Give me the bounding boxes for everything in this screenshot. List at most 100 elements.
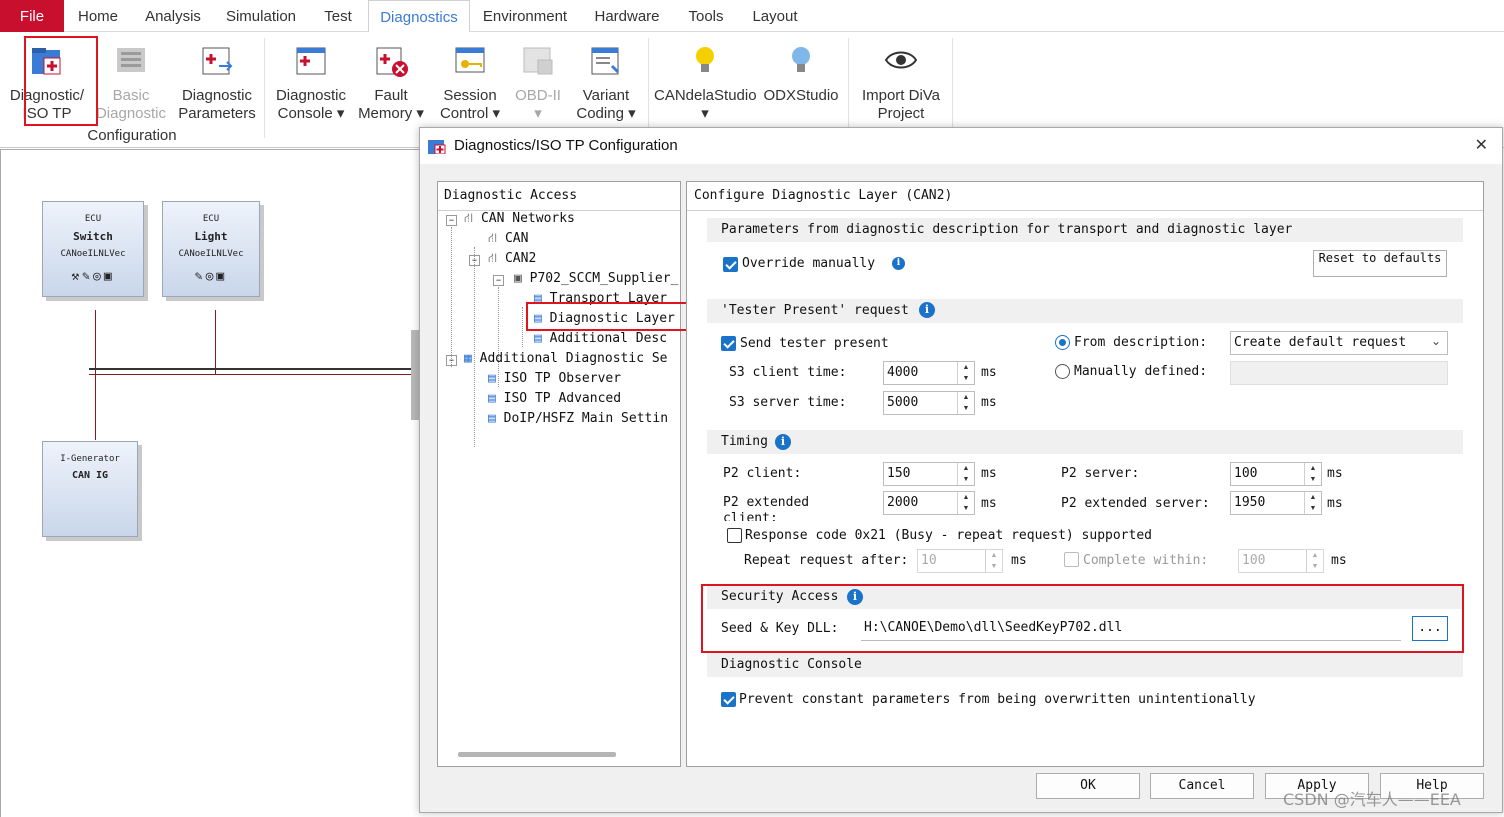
tree-item-label: ISO TP Observer: [503, 371, 622, 386]
override-manually-checkbox[interactable]: [723, 257, 738, 272]
tree-item-isotp-advanced[interactable]: ▤ ISO TP Advanced: [488, 391, 621, 406]
send-tester-present-checkbox[interactable]: [721, 336, 736, 351]
tree-item-isotp-observer[interactable]: ▤ ISO TP Observer: [488, 371, 621, 386]
spin-value: 100: [1234, 466, 1258, 481]
basic-diagnostic-button[interactable]: Basic Diagnostic: [94, 32, 168, 124]
info-icon[interactable]: i: [775, 434, 791, 450]
diagnostic-console-button[interactable]: Diagnostic Console ▾: [272, 32, 350, 124]
fault-memory-button[interactable]: Fault Memory ▾: [354, 32, 428, 124]
manually-defined-radio[interactable]: [1055, 364, 1070, 379]
spin-arrows[interactable]: ▲ ▼: [1306, 550, 1323, 572]
tree-item-additional-desc[interactable]: ▤ Additional Desc: [534, 331, 667, 346]
tree-item-doip-hsfz[interactable]: ▤ DoIP/HSFZ Main Settin: [488, 411, 668, 426]
tab-test[interactable]: Test: [312, 0, 364, 32]
spin-value: 4000: [887, 365, 919, 380]
unit-label: ms: [1327, 496, 1343, 511]
folder-icon: ▦: [464, 351, 480, 366]
odxstudio-button[interactable]: ODXStudio: [762, 32, 840, 124]
label-line1: Diagnostic: [181, 87, 253, 104]
prevent-overwrite-label: Prevent constant parameters from being o…: [739, 692, 1256, 707]
manually-defined-label: Manually defined:: [1074, 364, 1208, 379]
unit-label: ms: [981, 395, 997, 410]
tree-item-additional-diagnostic[interactable]: ▦ Additional Diagnostic Se: [464, 351, 668, 366]
ecu-switch-node[interactable]: ECU Switch CANoeILNLVec ⚒✎◎▣: [42, 201, 144, 297]
can-ig-node[interactable]: I-Generator CAN IG: [42, 441, 138, 537]
label-line2: Coding ▾: [576, 105, 636, 122]
watermark: CSDN @汽车人——EEA: [1283, 790, 1461, 809]
request-type-dropdown[interactable]: Create default request ⌄: [1230, 331, 1448, 355]
p2-extended-client-spinbox[interactable]: 2000 ▲ ▼: [883, 491, 975, 515]
horizontal-scrollbar[interactable]: [458, 752, 616, 757]
spin-arrows[interactable]: ▲ ▼: [957, 463, 974, 485]
ribbon-separator: [952, 38, 953, 138]
config-doc-icon: ▤: [488, 411, 504, 426]
s3-server-spinbox[interactable]: 5000 ▲ ▼: [883, 391, 975, 415]
import-diva-button[interactable]: Import DiVa Project: [856, 32, 946, 124]
collapse-toggle[interactable]: −: [493, 275, 504, 286]
prevent-overwrite-checkbox[interactable]: [721, 692, 736, 707]
p2-server-spinbox[interactable]: 100 ▲ ▼: [1230, 462, 1322, 486]
spin-arrows[interactable]: ▲ ▼: [957, 392, 974, 414]
response-code-checkbox[interactable]: [727, 528, 742, 543]
repeat-request-label: Repeat request after:: [744, 553, 909, 568]
s3-client-spinbox[interactable]: 4000 ▲ ▼: [883, 361, 975, 385]
network-icon: ⛙: [464, 211, 481, 226]
tab-analysis[interactable]: Analysis: [136, 0, 210, 32]
collapse-toggle[interactable]: −: [469, 255, 480, 266]
complete-within-checkbox[interactable]: [1064, 552, 1079, 567]
group-header-diagnostic-console: Diagnostic Console: [707, 653, 1463, 677]
label-line2: Diagnostic: [95, 105, 167, 122]
ok-button[interactable]: OK: [1036, 773, 1140, 799]
diagnostic-parameters-button[interactable]: Diagnostic Parameters: [176, 32, 258, 124]
unit-label: ms: [1331, 553, 1347, 568]
tree-item-label: Additional Diagnostic Se: [479, 351, 668, 366]
info-icon[interactable]: i: [919, 302, 935, 318]
override-manually-label: Override manually: [742, 256, 876, 271]
ecu-light-node[interactable]: ECU Light CANoeILNLVec ✎◎▣: [162, 201, 260, 297]
tab-file[interactable]: File: [0, 0, 64, 32]
info-icon[interactable]: i: [892, 257, 905, 270]
tab-home[interactable]: Home: [66, 0, 130, 32]
tab-simulation[interactable]: Simulation: [218, 0, 304, 32]
s3-server-label: S3 server time:: [729, 395, 847, 410]
tab-hardware[interactable]: Hardware: [586, 0, 668, 32]
tab-diagnostics[interactable]: Diagnostics: [368, 0, 470, 33]
p2-extended-server-spinbox[interactable]: 1950 ▲ ▼: [1230, 491, 1322, 515]
dialog-titlebar: Diagnostics/ISO TP Configuration ✕: [420, 128, 1502, 164]
tree-item-can-networks[interactable]: ⛙ CAN Networks: [464, 211, 575, 228]
tab-environment[interactable]: Environment: [476, 0, 574, 32]
cancel-button[interactable]: Cancel: [1150, 773, 1254, 799]
spin-arrows[interactable]: ▲ ▼: [1304, 463, 1321, 485]
label-line1: Import DiVa: [861, 87, 941, 104]
highlight-box: [701, 584, 1464, 653]
manual-request-field[interactable]: [1230, 361, 1448, 385]
unit-label: ms: [981, 365, 997, 380]
complete-within-spinbox[interactable]: 100 ▲ ▼: [1238, 549, 1324, 573]
simulation-setup-canvas: ECU Switch CANoeILNLVec ⚒✎◎▣ ECU Light C…: [0, 149, 430, 817]
collapse-toggle[interactable]: −: [446, 355, 457, 366]
spin-arrows[interactable]: ▲ ▼: [957, 362, 974, 384]
tree-item-can[interactable]: ⛙ CAN: [488, 231, 528, 248]
repeat-request-spinbox[interactable]: 10 ▲ ▼: [917, 549, 1003, 573]
variant-coding-button[interactable]: Variant Coding ▾: [570, 32, 642, 124]
ribbon-separator: [848, 38, 849, 138]
tree-line: [451, 227, 452, 367]
reset-defaults-button[interactable]: Reset to defaults: [1313, 250, 1447, 277]
collapse-toggle[interactable]: −: [446, 215, 457, 226]
tab-tools[interactable]: Tools: [678, 0, 734, 32]
label-line1: CANdelaStudio: [654, 87, 757, 104]
tab-layout[interactable]: Layout: [742, 0, 808, 32]
ecu-type-label: ECU: [202, 214, 220, 224]
close-button[interactable]: ✕: [1475, 128, 1488, 164]
group-header-timing: Timing: [707, 430, 1463, 454]
session-control-button[interactable]: Session Control ▾: [434, 32, 506, 124]
spin-arrows[interactable]: ▲ ▼: [957, 492, 974, 514]
tree-item-ecu[interactable]: ▣ P702_SCCM_Supplier_: [514, 271, 678, 286]
spin-arrows[interactable]: ▲ ▼: [985, 550, 1002, 572]
spin-arrows[interactable]: ▲ ▼: [1304, 492, 1321, 514]
tree-item-can2[interactable]: ⛙ CAN2: [488, 251, 536, 268]
p2-client-spinbox[interactable]: 150 ▲ ▼: [883, 462, 975, 486]
obd2-button[interactable]: OBD-II ▾: [512, 32, 564, 124]
candelastudio-button[interactable]: CANdelaStudio ▾: [654, 32, 757, 124]
from-description-radio[interactable]: [1055, 335, 1070, 350]
